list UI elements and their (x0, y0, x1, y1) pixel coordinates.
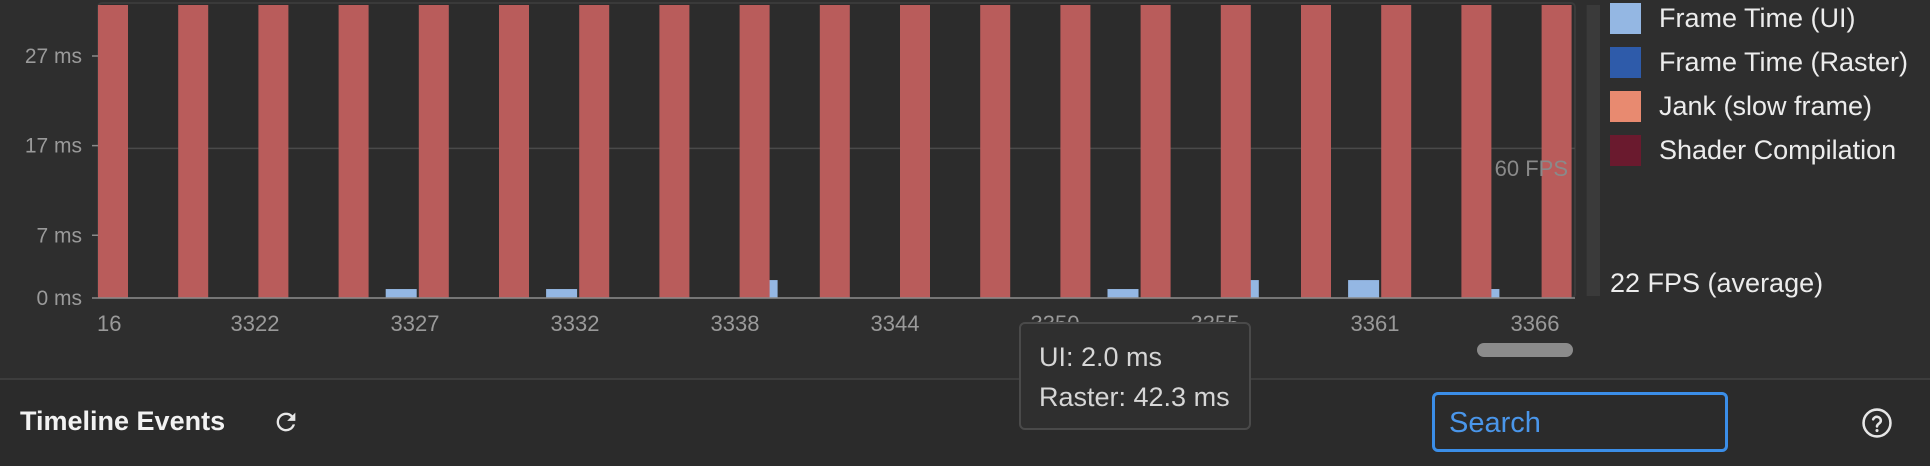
jank-frame-bar (819, 5, 850, 298)
y-axis-label: 7 ms (36, 224, 82, 247)
jank-frame-bar (900, 5, 930, 298)
jank-frame-bar (579, 5, 610, 298)
y-axis-label: 27 ms (25, 45, 82, 68)
frame-time-chart[interactable]: 27 ms 17 ms 7 ms 0 ms 60 FPS 16 3322 3327 3332 33… (0, 0, 1600, 378)
jank-frame-bar (1220, 5, 1251, 298)
x-axis-label: 3366 (1511, 311, 1560, 336)
legend-label-jank: Jank (slow frame) (1659, 90, 1873, 121)
x-axis-label: 3322 (231, 311, 280, 336)
x-axis-label: 16 (97, 311, 121, 336)
refresh-button[interactable] (268, 404, 304, 440)
performance-page: 27 ms 17 ms 7 ms 0 ms 60 FPS 16 3322 3327 3332 33… (0, 0, 1930, 466)
frame-chart-panel: 27 ms 17 ms 7 ms 0 ms 60 FPS 16 3322 3327 3332 33… (0, 0, 1930, 378)
jank-frame-bar (659, 5, 690, 298)
legend-item-ui: Frame Time (UI) (1610, 2, 1856, 34)
hovered-frame-highlight (1586, 5, 1600, 296)
timeline-events-title: Timeline Events (20, 406, 226, 436)
frame-tooltip: UI: 2.0 ms Raster: 42.3 ms (1019, 322, 1251, 430)
legend-swatch-shader (1610, 134, 1641, 166)
average-fps: 22 FPS (average) (1610, 268, 1824, 298)
jank-frame-bar (1541, 5, 1572, 298)
ui-frame-bar (385, 289, 417, 298)
target-60fps-label: 60 FPS (1495, 156, 1568, 181)
jank-frame-bar (178, 5, 209, 298)
jank-frame-bar (258, 5, 289, 298)
x-axis-label: 3361 (1351, 311, 1400, 336)
y-axis-label: 17 ms (25, 135, 82, 158)
search-input[interactable] (1447, 395, 1721, 451)
x-axis-label: 3338 (711, 311, 760, 336)
legend-item-raster: Frame Time (Raster) (1610, 46, 1908, 78)
legend-item-jank: Jank (slow frame) (1610, 90, 1872, 122)
search-field[interactable] (1432, 392, 1728, 452)
x-axis-label: 3327 (391, 311, 440, 336)
ui-frame-bar (1107, 289, 1139, 298)
legend-item-shader: Shader Compilation (1610, 134, 1896, 166)
x-axis-label: 3344 (871, 311, 920, 336)
legend-swatch-raster (1610, 46, 1641, 78)
help-button[interactable] (1860, 406, 1894, 440)
refresh-icon (276, 412, 296, 432)
jank-frame-bar (499, 5, 529, 298)
jank-frame-bar (1060, 5, 1091, 298)
ui-frame-bar (1348, 280, 1380, 298)
jank-frame-bar (1381, 5, 1412, 298)
legend-swatch-ui (1610, 2, 1641, 34)
legend-label-ui: Frame Time (UI) (1659, 2, 1856, 33)
tooltip-raster-time: Raster: 42.3 ms (1039, 382, 1230, 412)
chart-scrollbar-thumb[interactable] (1477, 343, 1573, 357)
legend-label-shader: Shader Compilation (1659, 134, 1897, 165)
jank-frame-bar (1301, 5, 1331, 298)
ui-frame-bar (546, 289, 578, 298)
jank-frame-bar (739, 5, 770, 298)
jank-frame-bar (980, 5, 1011, 298)
x-axis-label: 3332 (551, 311, 600, 336)
help-icon (1862, 408, 1892, 438)
jank-frame-bar (98, 5, 128, 298)
jank-frame-bar (338, 5, 369, 298)
y-axis-label: 0 ms (36, 287, 82, 310)
tooltip-ui-time: UI: 2.0 ms (1039, 342, 1163, 372)
legend-label-raster: Frame Time (Raster) (1659, 46, 1909, 77)
timeline-events-bar: Timeline Events (0, 380, 1930, 466)
jank-frame-bar (1461, 5, 1492, 298)
jank-frame-bar (418, 5, 449, 298)
jank-frame-bar (1140, 5, 1171, 298)
legend-swatch-jank (1610, 90, 1641, 122)
